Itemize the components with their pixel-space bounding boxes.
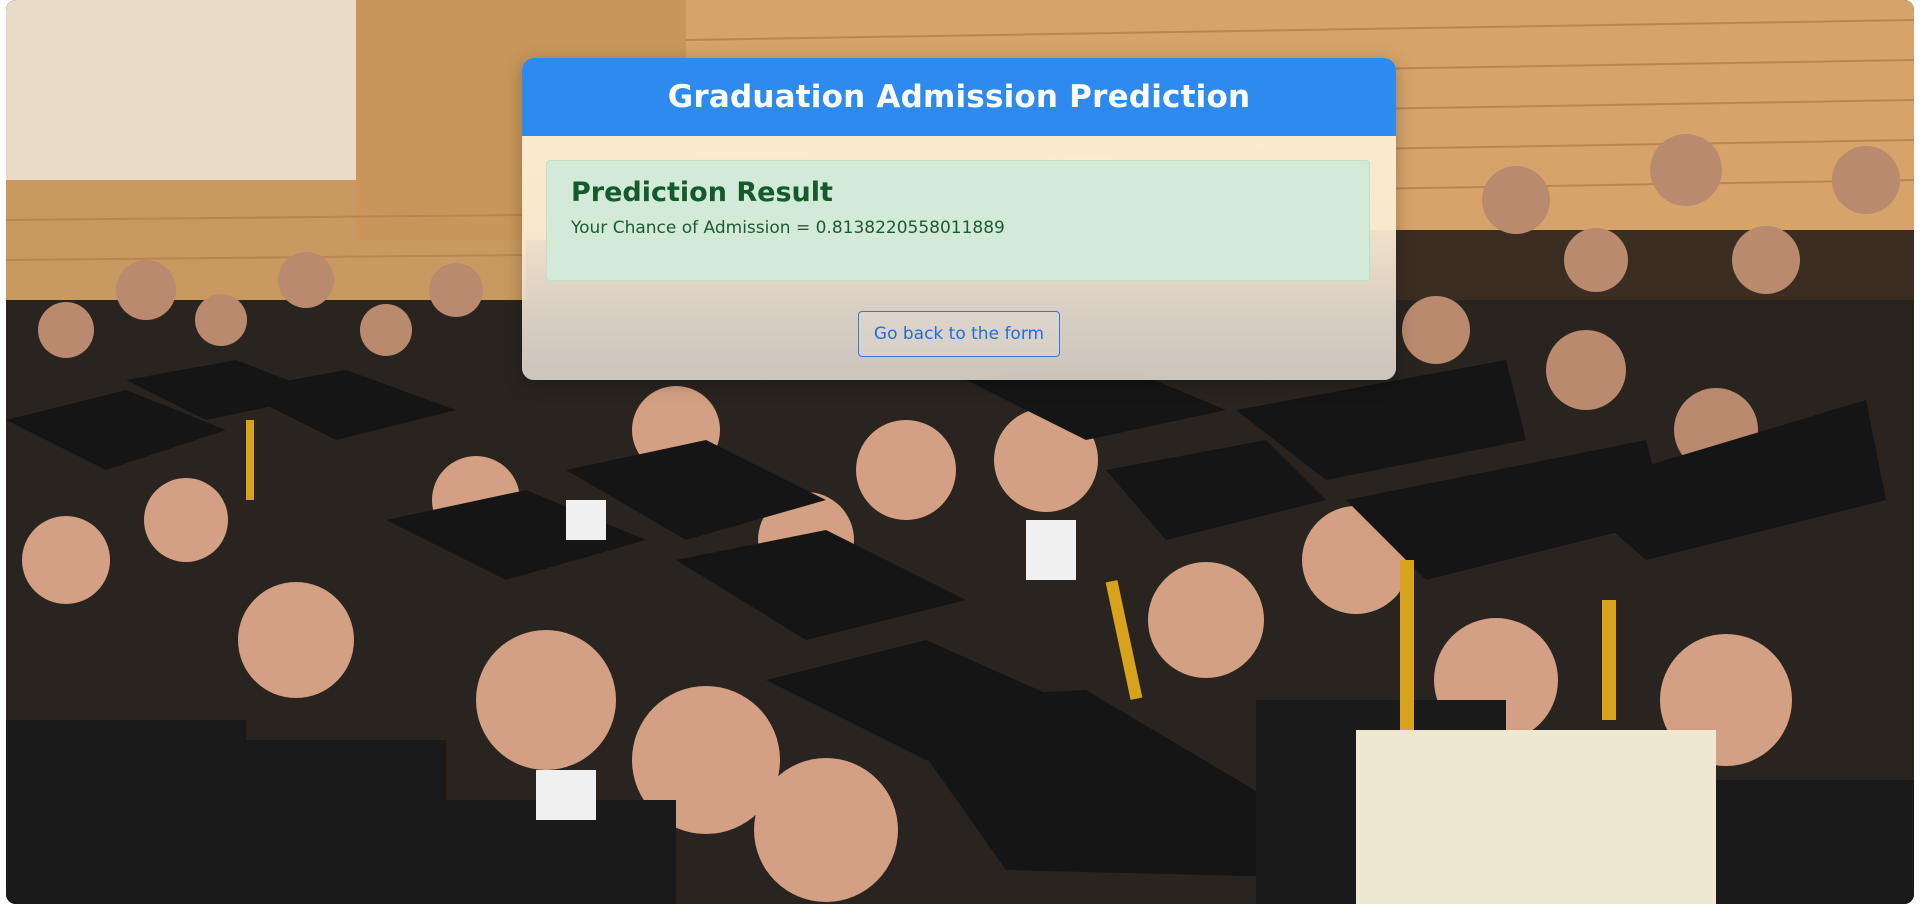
card-header: Graduation Admission Prediction [522,58,1396,136]
page-title: Graduation Admission Prediction [667,79,1251,115]
result-text: Your Chance of Admission = 0.81382205580… [571,218,1005,238]
card-body: Prediction Result Your Chance of Admissi… [522,136,1396,380]
back-to-form-button[interactable]: Go back to the form [858,311,1060,357]
prediction-card: Graduation Admission Prediction Predicti… [522,58,1396,380]
result-title: Prediction Result [571,177,833,208]
result-alert: Prediction Result Your Chance of Admissi… [546,160,1370,281]
